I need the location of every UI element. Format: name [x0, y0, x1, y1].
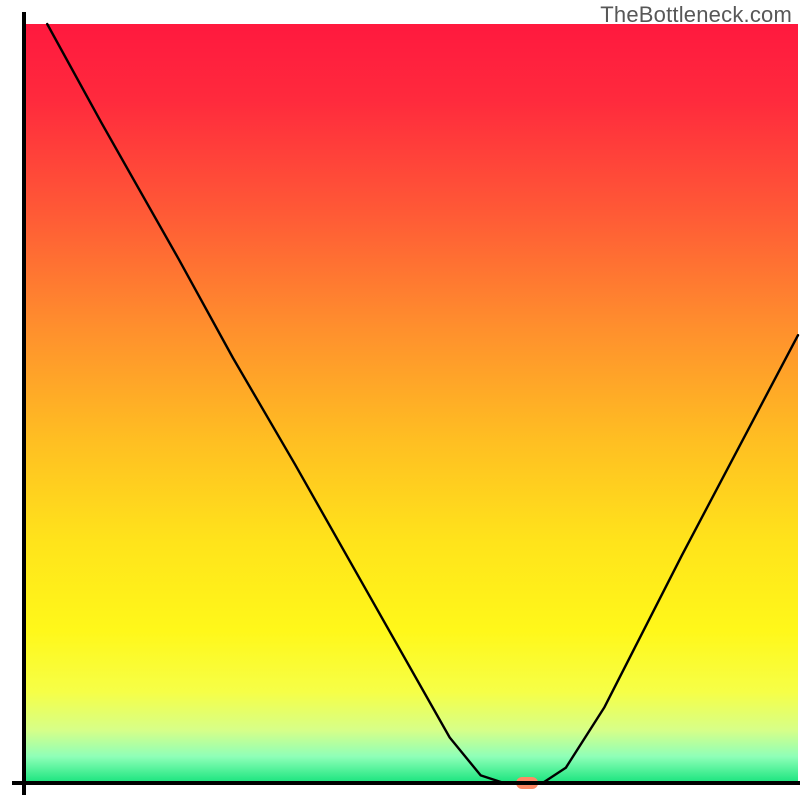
watermark-text: TheBottleneck.com: [600, 2, 792, 28]
bottleneck-chart: [0, 0, 800, 800]
